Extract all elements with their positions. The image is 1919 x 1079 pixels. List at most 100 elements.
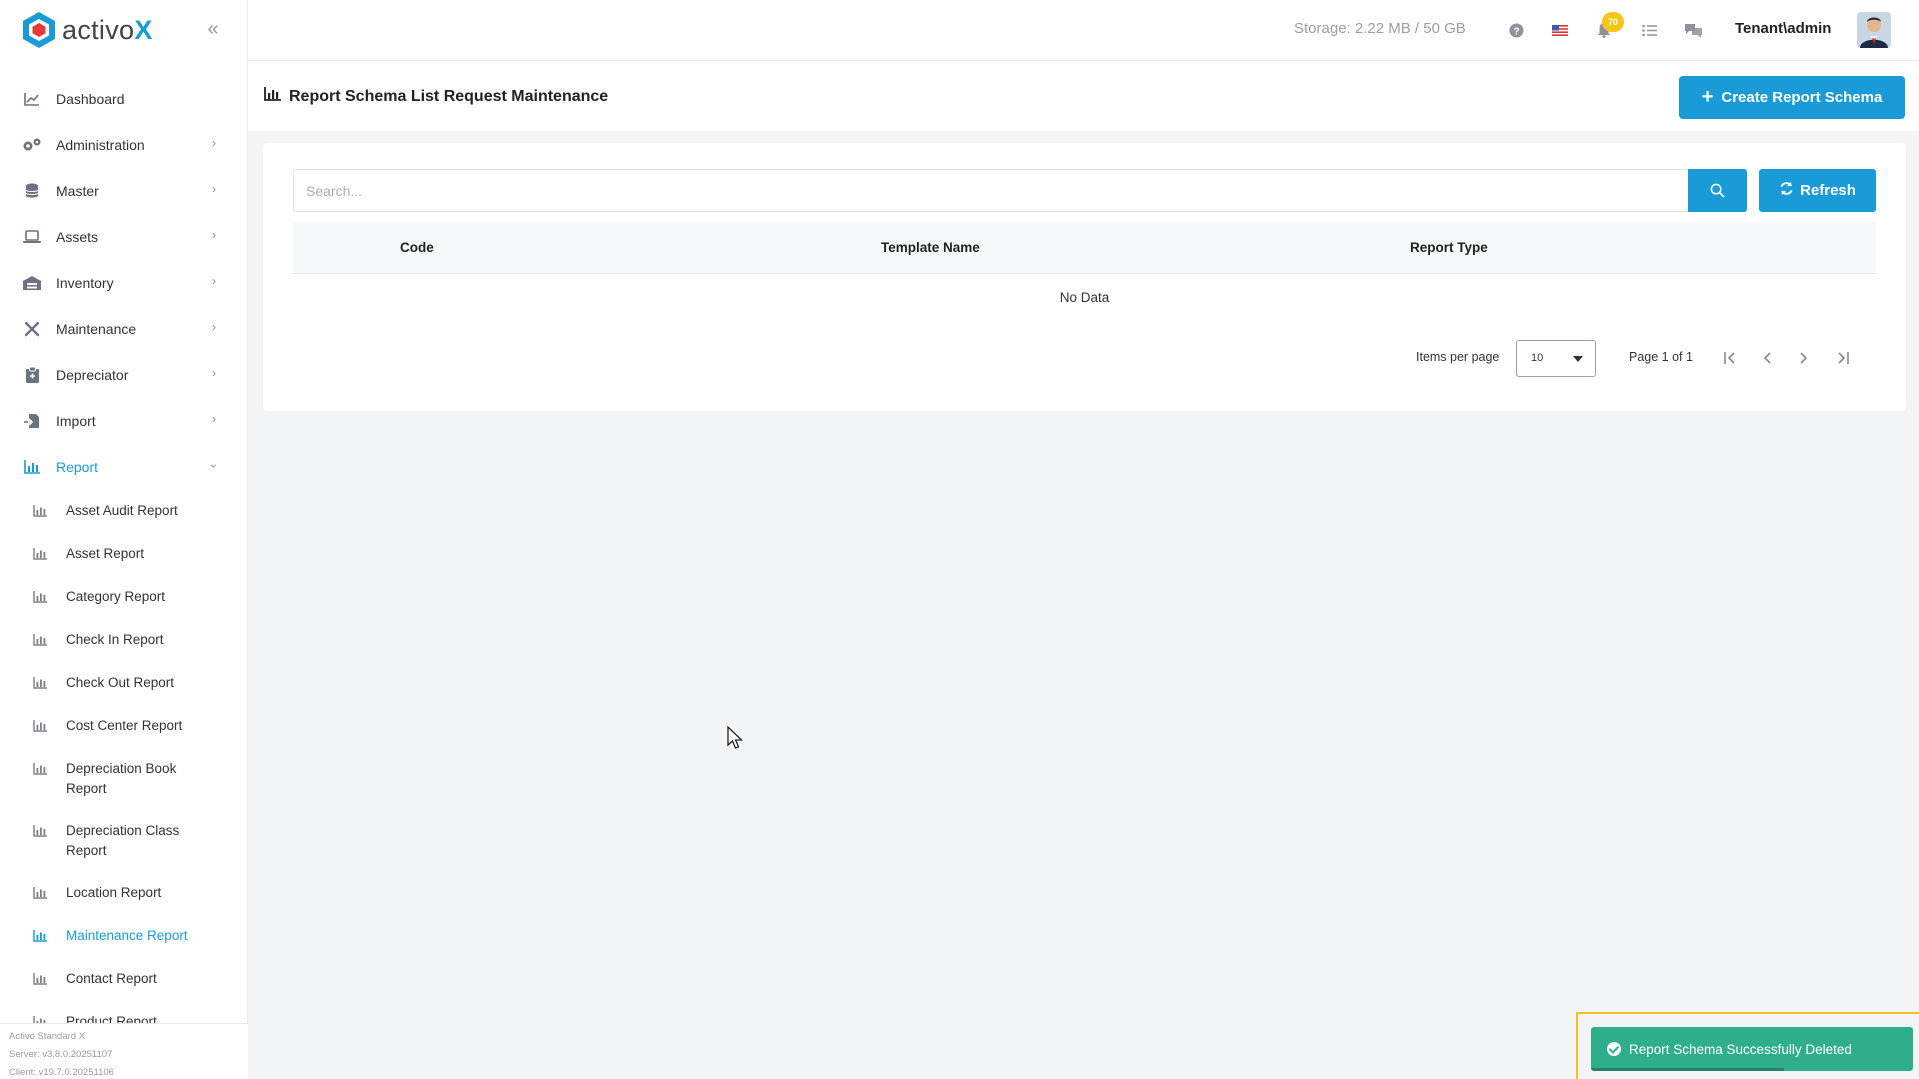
sidebar-item-label: Inventory [56,275,114,291]
task-list-icon[interactable] [1639,20,1659,40]
refresh-icon [1779,181,1794,200]
sidebar-subitem-label: Check Out Report [66,675,175,690]
refresh-button[interactable]: Refresh [1759,169,1876,212]
sidebar-item-administration[interactable]: Administration › [0,122,248,168]
sidebar-item-maintenance[interactable]: Maintenance › [0,306,248,352]
chevron-right-icon [1800,352,1808,364]
page-info: Page 1 of 1 [1629,350,1693,364]
sidebar-subitem-label: Check In Report [66,632,164,647]
logo[interactable]: activoX « [0,0,247,60]
previous-page-button[interactable] [1754,345,1780,371]
sidebar-item-label: Master [56,183,99,199]
sidebar-item-label: Assets [56,229,99,245]
column-header-report-type[interactable]: Report Type [1410,240,1488,255]
first-page-button[interactable] [1717,345,1743,371]
chevron-right-icon: › [212,320,216,334]
sidebar-item-label: Report [56,459,99,475]
sidebar-item-import[interactable]: Import › [0,398,248,444]
search-input[interactable] [293,169,1689,212]
page-title: Report Schema List Request Maintenance [264,87,608,106]
search-icon [1710,183,1725,198]
sidebar-subitem-category-report[interactable]: Category Report [0,576,248,619]
chevron-right-icon: › [212,136,216,150]
server-version: Server: v3.8.0.20251107 [9,1049,113,1060]
avatar[interactable] [1857,12,1891,48]
sidebar-item-assets[interactable]: Assets › [0,214,248,260]
toast-progress-bar [1591,1068,1785,1071]
bar-chart-icon [32,885,48,901]
clipboard-icon [22,365,42,385]
sidebar-item-label: Depreciator [56,367,129,383]
sidebar-subitem-cost-center-report[interactable]: Cost Center Report [0,705,248,748]
version-info: Activo Standard X Server: v3.8.0.2025110… [0,1023,248,1079]
bar-chart-icon [32,546,48,562]
chevron-right-icon: › [212,228,216,242]
sidebar-item-depreciator[interactable]: Depreciator › [0,352,248,398]
chevron-right-icon: › [212,412,216,426]
empty-table-message: No Data [1059,290,1110,305]
sidebar-subitem-label: Category Report [66,589,166,604]
sidebar-item-inventory[interactable]: Inventory › [0,260,248,306]
items-per-page-label: Items per page [1416,350,1500,364]
bar-chart-icon [32,675,48,691]
sidebar-subitem-product-report[interactable]: Product Report [0,1001,248,1024]
topbar: Storage: 2.22 MB / 50 GB ? 70 Tenant\adm… [248,0,1919,61]
create-report-schema-button[interactable]: + Create Report Schema [1679,76,1905,119]
user-name[interactable]: Tenant\admin [1735,20,1831,37]
sidebar-item-label: Import [56,413,96,429]
storage-usage: Storage: 2.22 MB / 50 GB [1294,20,1466,37]
svg-text:?: ? [1513,26,1519,37]
sidebar-item-label: Administration [56,137,145,153]
client-version: Client: v19.7.0.20251106 [9,1067,114,1078]
notification-badge: 70 [1602,12,1624,32]
product-name: Activo Standard X [9,1031,86,1042]
column-header-code[interactable]: Code [400,240,434,255]
chart-line-icon [22,89,42,109]
sidebar-item-report[interactable]: Report › [0,444,248,490]
column-header-template-name[interactable]: Template Name [881,240,980,255]
check-circle-icon [1607,1042,1621,1056]
sidebar-subitem-depreciation-class-report[interactable]: Depreciation Class Report [0,810,248,872]
chevron-right-icon: › [212,274,216,288]
last-page-icon [1837,352,1849,364]
help-icon[interactable]: ? [1506,20,1526,40]
sidebar-subitem-check-in-report[interactable]: Check In Report [0,619,248,662]
items-per-page-select[interactable]: 10 [1516,340,1596,377]
sidebar-subitem-label: Maintenance Report [66,928,188,943]
bar-chart-icon [32,503,48,519]
sidebar-item-dashboard[interactable]: Dashboard [0,76,248,122]
tools-icon [22,319,42,339]
next-page-button[interactable] [1791,345,1817,371]
bar-chart-icon [32,589,48,605]
bar-chart-icon [22,457,42,477]
sidebar-subitem-label: Depreciation Book Report [66,761,177,796]
database-icon [22,181,42,201]
sidebar-subitem-label: Contact Report [66,971,157,986]
collapse-sidebar-icon[interactable]: « [202,18,224,40]
sidebar-subitem-location-report[interactable]: Location Report [0,872,248,915]
chevron-right-icon: › [212,366,216,380]
chat-icon[interactable] [1683,20,1703,40]
sidebar-subitem-label: Location Report [66,885,162,900]
bar-chart-icon [32,632,48,648]
sidebar-subitem-label: Asset Audit Report [66,503,178,518]
caret-down-icon [1573,356,1583,362]
sidebar-item-master[interactable]: Master › [0,168,248,214]
search-button[interactable] [1688,169,1747,212]
sidebar-nav: Dashboard Administration › Master › Asse… [0,76,248,1024]
sidebar-subitem-asset-report[interactable]: Asset Report [0,533,248,576]
sidebar-subitem-asset-audit-report[interactable]: Asset Audit Report [0,490,248,533]
bar-chart-icon [32,718,48,734]
sidebar-subitem-maintenance-report[interactable]: Maintenance Report [0,915,248,958]
file-import-icon [22,411,42,431]
sidebar-item-label: Dashboard [56,91,125,107]
sidebar-subitem-contact-report[interactable]: Contact Report [0,958,248,1001]
last-page-button[interactable] [1829,345,1855,371]
table-header: Code Template Name Report Type [293,222,1876,274]
sidebar-item-label: Maintenance [56,321,137,337]
us-flag-icon[interactable] [1550,20,1570,40]
sidebar-subitem-depreciation-book-report[interactable]: Depreciation Book Report [0,748,248,810]
sidebar-subitem-check-out-report[interactable]: Check Out Report [0,662,248,705]
success-toast[interactable]: Report Schema Successfully Deleted [1591,1027,1913,1071]
logo-text: activoX [62,14,153,45]
